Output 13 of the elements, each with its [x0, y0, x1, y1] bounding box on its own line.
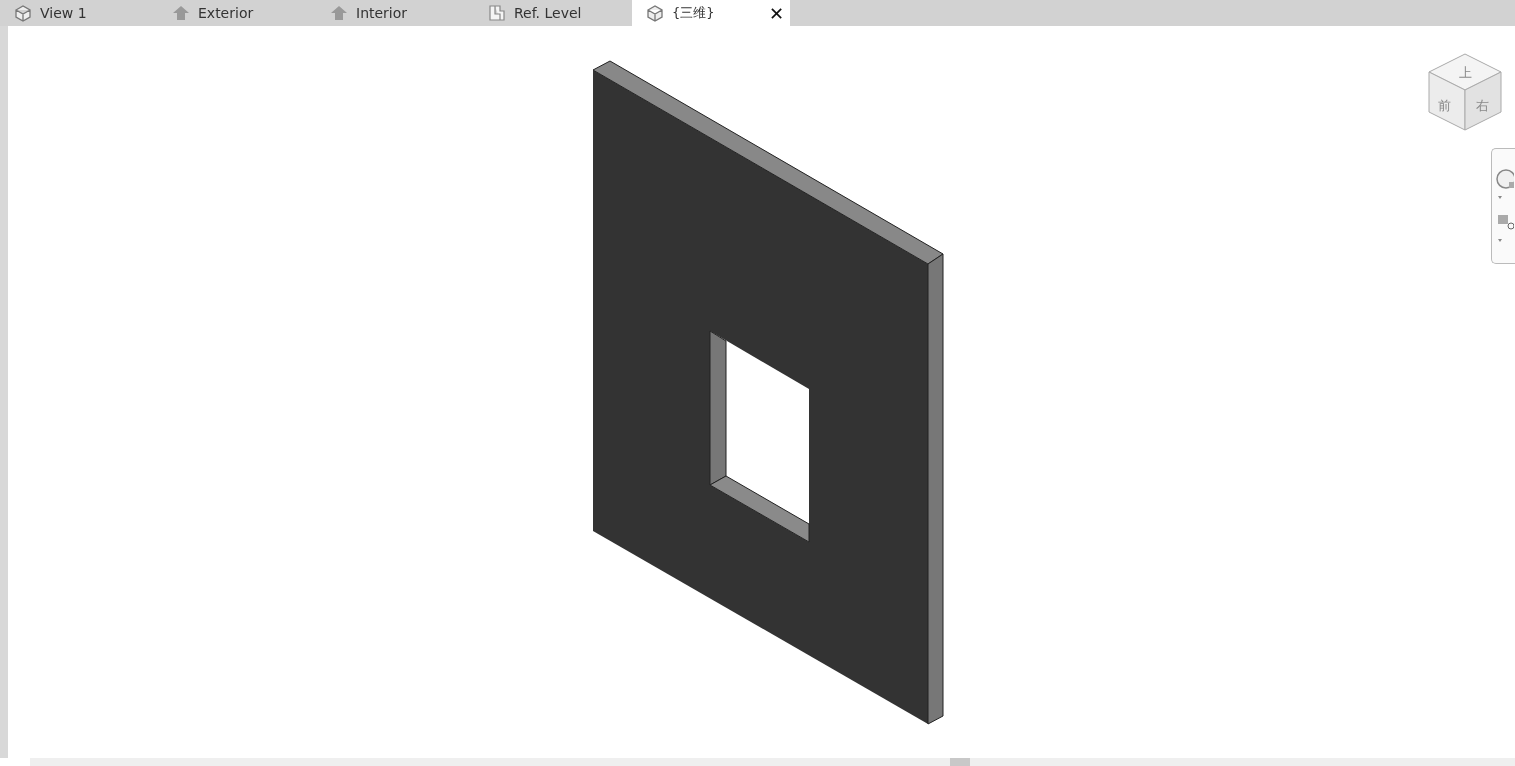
dropdown-icon[interactable]: [1498, 239, 1502, 242]
view-tab[interactable]: Ref. Level: [474, 0, 632, 26]
close-icon[interactable]: ✕: [768, 2, 784, 24]
dropdown-icon[interactable]: [1498, 196, 1502, 199]
view-tab[interactable]: View 1: [0, 0, 158, 26]
view-tab[interactable]: {三维} ✕: [632, 0, 790, 26]
scrollbar-thumb[interactable]: [950, 758, 970, 766]
zoom-icon[interactable]: [1498, 215, 1514, 230]
floor-plan-icon: [488, 4, 506, 22]
view-tab[interactable]: Interior: [316, 0, 474, 26]
view-tab[interactable]: Exterior: [158, 0, 316, 26]
elevation-icon: [330, 4, 348, 22]
elevation-icon: [172, 4, 190, 22]
